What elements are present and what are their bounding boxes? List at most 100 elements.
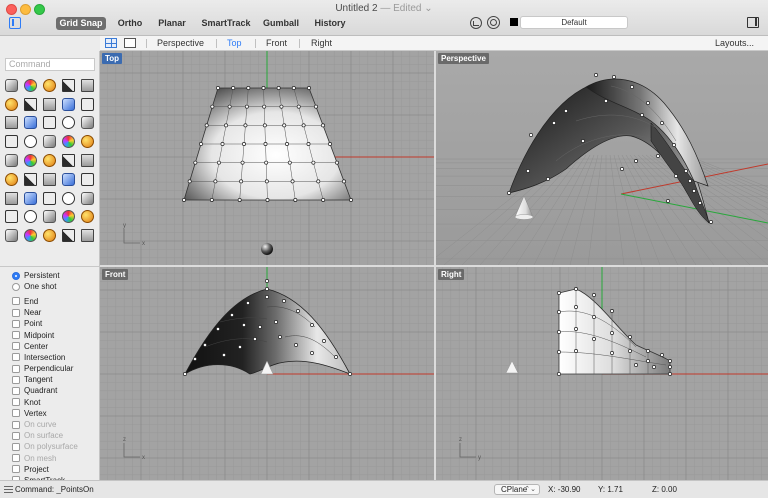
radio-button[interactable] xyxy=(12,282,20,291)
checkbox[interactable] xyxy=(12,442,20,451)
eye-view-tool-button[interactable] xyxy=(2,95,21,114)
viewport-label-perspective[interactable]: Perspective xyxy=(438,53,489,64)
osnap-near[interactable]: Near xyxy=(12,307,98,318)
point-tool-button[interactable] xyxy=(21,76,40,95)
layouts-menu[interactable]: Layouts... xyxy=(715,38,754,48)
zoom-tool-button[interactable] xyxy=(78,189,97,208)
history-button[interactable]: History xyxy=(312,17,348,30)
osnap-knot[interactable]: Knot xyxy=(12,397,98,408)
viewport-label-top[interactable]: Top xyxy=(102,53,123,64)
lock-tool-button[interactable] xyxy=(2,226,21,245)
osnap-on-polysurface[interactable]: On polysurface xyxy=(12,441,98,452)
viewport-right[interactable]: yz Right xyxy=(436,267,768,480)
snap-mode-one-shot[interactable]: One shot xyxy=(12,281,98,292)
checkbox[interactable] xyxy=(12,308,20,317)
light-tool-button[interactable] xyxy=(78,208,97,227)
osnap-on-surface[interactable]: On surface xyxy=(12,430,98,441)
checkbox[interactable] xyxy=(12,465,20,474)
osnap-quadrant[interactable]: Quadrant xyxy=(12,385,98,396)
snap-mode-persistent[interactable]: Persistent xyxy=(12,270,98,281)
osnap-point[interactable]: Point xyxy=(12,318,98,329)
osnap-perpendicular[interactable]: Perpendicular xyxy=(12,363,98,374)
sweep-tool-button[interactable] xyxy=(40,114,59,133)
checkbox[interactable] xyxy=(12,431,20,440)
checkbox[interactable] xyxy=(12,353,20,362)
tab-front[interactable]: Front xyxy=(266,38,287,48)
osnap-on-mesh[interactable]: On mesh xyxy=(12,453,98,464)
join-tool-button[interactable] xyxy=(21,151,40,170)
osnap-tangent[interactable]: Tangent xyxy=(12,374,98,385)
checkbox[interactable] xyxy=(12,331,20,340)
osnap-vertex[interactable]: Vertex xyxy=(12,408,98,419)
polyline-tool-button[interactable] xyxy=(40,76,59,95)
osnap-on-curve[interactable]: On curve xyxy=(12,419,98,430)
viewport-front[interactable]: xz Front xyxy=(100,267,434,480)
smarttrack-button[interactable]: SmartTrack xyxy=(198,17,254,30)
ortho-button[interactable]: Ortho xyxy=(113,17,147,30)
panel-toggle-icon[interactable] xyxy=(747,17,759,28)
layer-tool-button[interactable] xyxy=(21,226,40,245)
box-tool-button[interactable] xyxy=(59,114,78,133)
edit-points-tool-button[interactable] xyxy=(2,132,21,151)
checkbox[interactable] xyxy=(12,386,20,395)
four-view-layout-icon[interactable] xyxy=(105,38,117,48)
offset-tool-button[interactable] xyxy=(59,95,78,114)
rectangle-tool-button[interactable] xyxy=(21,95,40,114)
layer-color-swatch[interactable] xyxy=(510,18,518,26)
array-tool-button[interactable] xyxy=(40,170,59,189)
current-layer-field[interactable]: Default xyxy=(520,16,628,29)
single-view-layout-icon[interactable] xyxy=(124,38,136,48)
command-input[interactable]: Command xyxy=(5,58,95,71)
polygon-tool-button[interactable] xyxy=(40,95,59,114)
edited-indicator[interactable]: — Edited ⌄ xyxy=(380,3,432,14)
checkbox[interactable] xyxy=(12,454,20,463)
osnap-icon[interactable] xyxy=(487,16,500,29)
settings-tool-button[interactable] xyxy=(78,226,97,245)
sidebar-toggle-icon[interactable] xyxy=(9,17,21,29)
split-tool-button[interactable] xyxy=(40,151,59,170)
dimension-tool-button[interactable] xyxy=(78,151,97,170)
tab-right[interactable]: Right xyxy=(311,38,332,48)
viewport-right-canvas[interactable]: yz xyxy=(436,267,768,480)
surface-tool-button[interactable] xyxy=(2,114,21,133)
select-arrow-tool-button[interactable] xyxy=(2,76,21,95)
grid-tool-button[interactable] xyxy=(2,189,21,208)
checkbox[interactable] xyxy=(12,375,20,384)
render-tool-button[interactable] xyxy=(21,208,40,227)
smooth-tool-button[interactable] xyxy=(2,208,21,227)
grid-snap-button[interactable]: Grid Snap xyxy=(56,17,106,30)
checkbox[interactable] xyxy=(12,409,20,418)
scale-tool-button[interactable] xyxy=(78,170,97,189)
viewport-label-right[interactable]: Right xyxy=(438,269,465,280)
mirror-tool-button[interactable] xyxy=(21,189,40,208)
checkbox[interactable] xyxy=(12,319,20,328)
fillet-tool-button[interactable] xyxy=(78,95,97,114)
environment-tool-button[interactable] xyxy=(59,208,78,227)
transform-tool-button[interactable] xyxy=(2,170,21,189)
loft-tool-button[interactable] xyxy=(21,114,40,133)
material-tool-button[interactable] xyxy=(40,208,59,227)
paint-tool-button[interactable] xyxy=(2,151,21,170)
viewport-top[interactable]: xy Top xyxy=(100,51,434,265)
planar-button[interactable]: Planar xyxy=(155,17,189,30)
cplane-icon[interactable] xyxy=(470,17,482,29)
trim-tool-button[interactable] xyxy=(78,132,97,151)
radio-button[interactable] xyxy=(12,271,20,280)
osnap-project[interactable]: Project xyxy=(12,464,98,475)
checkbox[interactable] xyxy=(12,420,20,429)
tab-perspective[interactable]: Perspective xyxy=(157,38,204,48)
osnap-center[interactable]: Center xyxy=(12,341,98,352)
viewport-label-front[interactable]: Front xyxy=(102,269,129,280)
analyze-tool-button[interactable] xyxy=(40,189,59,208)
circle-tool-button[interactable] xyxy=(78,76,97,95)
viewport-perspective-canvas[interactable] xyxy=(436,51,768,265)
osnap-intersection[interactable]: Intersection xyxy=(12,352,98,363)
tab-top[interactable]: Top xyxy=(227,38,242,48)
viewport-top-canvas[interactable]: xy xyxy=(100,51,434,265)
checkbox[interactable] xyxy=(12,342,20,351)
shell-tool-button[interactable] xyxy=(59,132,78,151)
cylinder-tool-button[interactable] xyxy=(78,114,97,133)
curve-tool-button[interactable] xyxy=(59,76,78,95)
viewport-perspective[interactable]: Perspective xyxy=(436,51,768,265)
boolean-tool-button[interactable] xyxy=(40,132,59,151)
